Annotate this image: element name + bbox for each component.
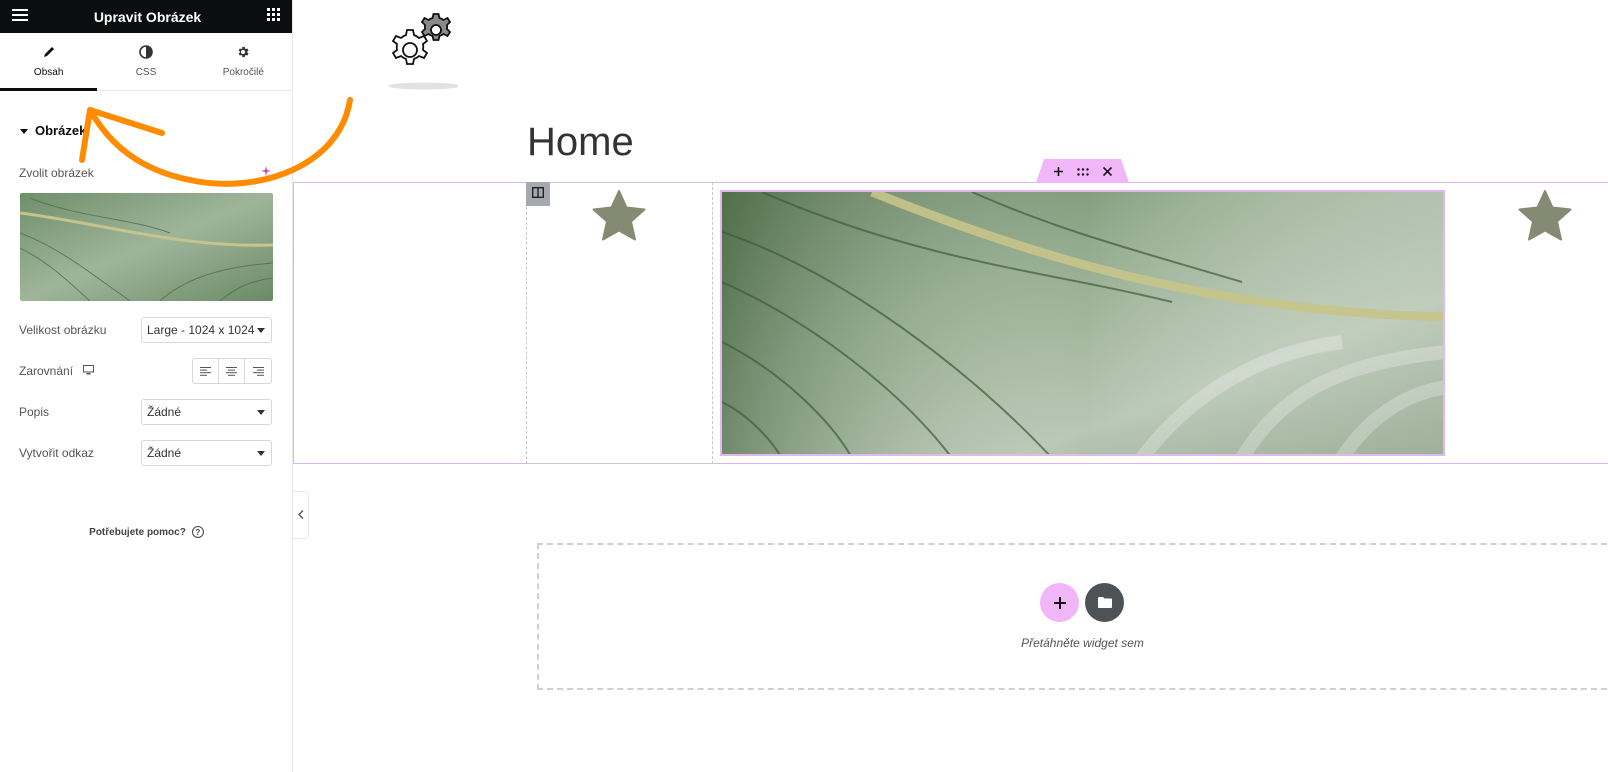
alignment-label-wrap: Zarovnání bbox=[19, 362, 95, 380]
question-icon: ? bbox=[191, 526, 204, 538]
close-icon[interactable] bbox=[1102, 164, 1112, 179]
alignment-label: Zarovnání bbox=[19, 364, 74, 378]
caption-row: Popis Žádné bbox=[0, 399, 292, 425]
plus-icon bbox=[1053, 596, 1066, 609]
panel-header: Upravit Obrázek bbox=[0, 0, 292, 33]
chevron-left-icon bbox=[297, 508, 304, 522]
image-size-label: Velikost obrázku bbox=[19, 323, 107, 337]
add-section-button[interactable] bbox=[1040, 583, 1079, 622]
link-row: Vytvořit odkaz Žádné bbox=[0, 440, 292, 466]
help-text: Potřebujete pomoc? bbox=[89, 526, 186, 538]
choose-image-row: Zvolit obrázek bbox=[0, 138, 292, 182]
align-right-button[interactable] bbox=[245, 359, 271, 383]
column-layout-icon bbox=[531, 185, 545, 203]
caption-select[interactable]: Žádné bbox=[141, 399, 272, 425]
help-link[interactable]: Potřebujete pomoc? ? bbox=[0, 526, 293, 538]
image-size-row: Velikost obrázku Large - 1024 x 1024 bbox=[0, 317, 292, 343]
image-size-value: Large - 1024 x 1024 bbox=[147, 323, 255, 337]
tab-content[interactable]: Obsah bbox=[0, 33, 98, 91]
editor-panel: Upravit Obrázek Obsah CSS Pokročilé Obrá… bbox=[0, 0, 293, 772]
section-title: Obrázek bbox=[35, 123, 87, 138]
drop-hint: Přetáhněte widget sem bbox=[1021, 636, 1144, 650]
star-icon bbox=[1518, 190, 1572, 247]
image-section-toggle[interactable]: Obrázek bbox=[0, 91, 292, 138]
panel-title: Upravit Obrázek bbox=[93, 8, 202, 25]
link-select[interactable]: Žádné bbox=[141, 440, 272, 466]
template-library-button[interactable] bbox=[1085, 583, 1124, 622]
star-icon bbox=[592, 190, 646, 247]
link-value: Žádné bbox=[147, 446, 182, 460]
align-center-button[interactable] bbox=[219, 359, 245, 383]
page-heading: Home bbox=[527, 120, 634, 164]
contrast-icon bbox=[139, 45, 153, 62]
tab-css[interactable]: CSS bbox=[97, 33, 194, 90]
chevron-down-icon bbox=[257, 327, 265, 333]
caret-down-icon bbox=[20, 123, 28, 138]
desktop-icon[interactable] bbox=[83, 362, 95, 380]
link-label: Vytvořit odkaz bbox=[19, 446, 94, 460]
hamburger-menu-icon[interactable] bbox=[12, 8, 28, 26]
caption-value: Žádné bbox=[147, 405, 182, 419]
tab-css-label: CSS bbox=[135, 67, 157, 78]
tab-advanced-label: Pokročilé bbox=[222, 67, 264, 78]
align-left-button[interactable] bbox=[193, 359, 219, 383]
column-handle[interactable] bbox=[526, 182, 550, 206]
tab-content-label: Obsah bbox=[33, 67, 64, 78]
alignment-row: Zarovnání bbox=[0, 358, 292, 384]
chevron-down-icon bbox=[257, 450, 265, 456]
widgets-grid-icon[interactable] bbox=[267, 7, 280, 26]
image-size-select[interactable]: Large - 1024 x 1024 bbox=[141, 317, 272, 343]
caption-label: Popis bbox=[19, 405, 50, 419]
drag-handle-icon[interactable] bbox=[1076, 164, 1089, 179]
section-handle bbox=[1036, 159, 1129, 183]
collapse-panel-button[interactable] bbox=[293, 491, 309, 539]
ai-sparkle-icon[interactable] bbox=[260, 164, 272, 182]
choose-image-label: Zvolit obrázek bbox=[19, 166, 94, 180]
pencil-icon bbox=[42, 45, 56, 62]
site-logo bbox=[388, 10, 460, 90]
folder-icon bbox=[1097, 597, 1112, 608]
add-section-icon[interactable] bbox=[1053, 164, 1063, 179]
gear-icon bbox=[236, 45, 250, 62]
selected-image-widget[interactable] bbox=[720, 190, 1445, 456]
image-thumbnail[interactable] bbox=[20, 193, 273, 301]
tab-advanced[interactable]: Pokročilé bbox=[195, 33, 292, 90]
panel-tabs: Obsah CSS Pokročilé bbox=[0, 33, 292, 91]
chevron-down-icon bbox=[257, 409, 265, 415]
alignment-control bbox=[192, 358, 272, 384]
leaf-image bbox=[722, 192, 1443, 454]
